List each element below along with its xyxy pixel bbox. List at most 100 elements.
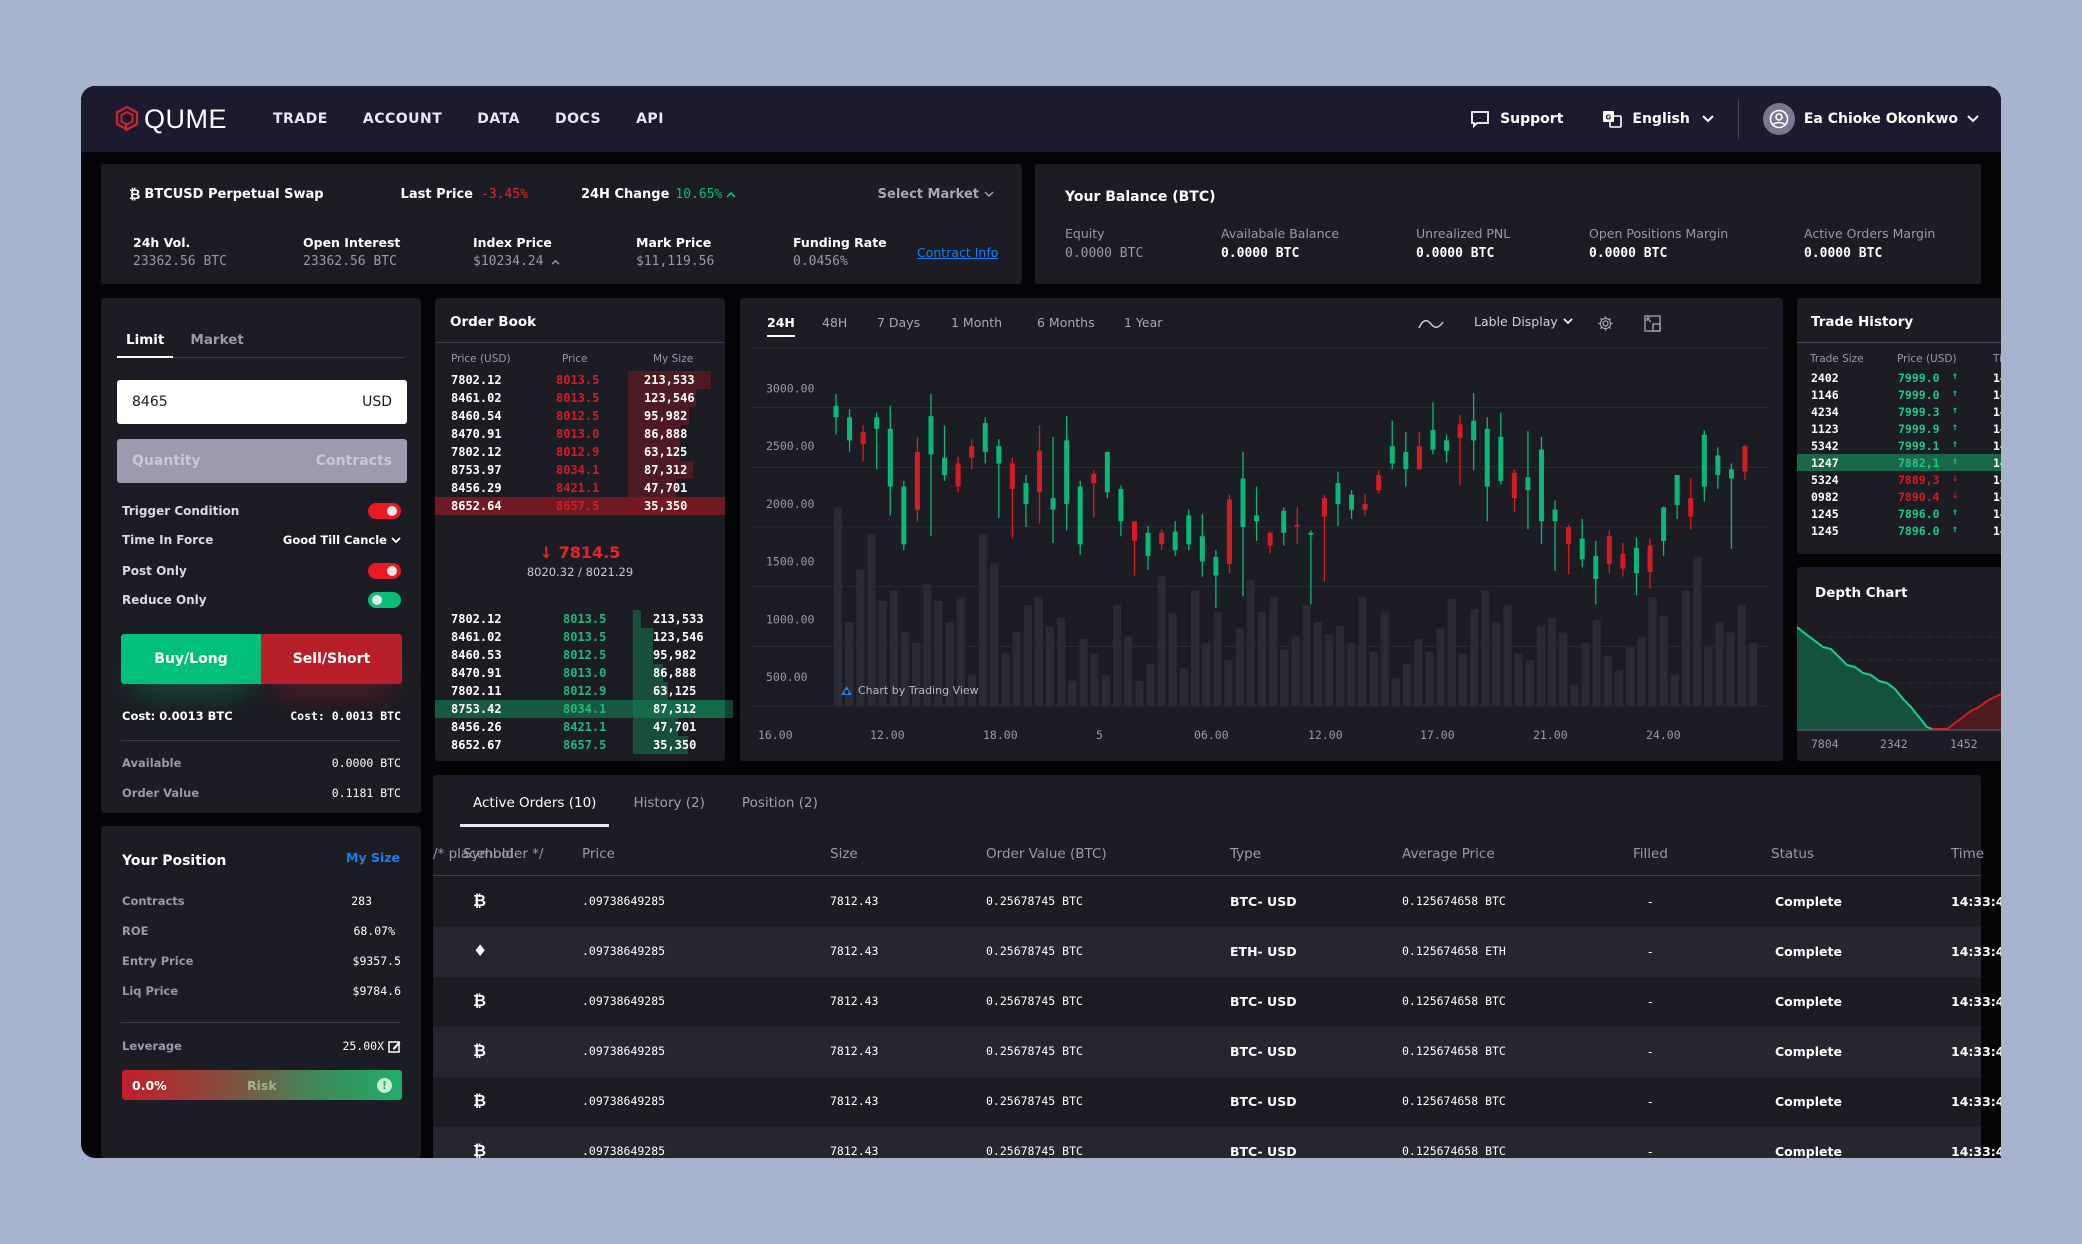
- price-usd: 8460.53: [451, 648, 502, 662]
- nav-data[interactable]: DATA: [477, 111, 520, 127]
- order-time: 14:33:43: [1951, 994, 2001, 1009]
- candle: [1376, 470, 1382, 494]
- trade-size: 2402: [1811, 371, 1839, 385]
- status: Complete: [1775, 944, 1842, 959]
- reduce-only-toggle[interactable]: [368, 592, 401, 608]
- arrow-down-icon: ↓: [1952, 473, 1959, 484]
- candle-body: [1294, 524, 1300, 527]
- order-price: .09738649285: [582, 894, 666, 908]
- nav-account[interactable]: ACCOUNT: [363, 111, 442, 127]
- order-row[interactable]: ₿ .09738649285 7812.43 0.25678745 BTC BTC- U…: [433, 1077, 2001, 1127]
- tab-position[interactable]: Position (2): [742, 795, 818, 827]
- order-time: 14:33:43: [1951, 944, 2001, 959]
- my-size: 87,312: [644, 463, 688, 477]
- nav-api[interactable]: API: [636, 111, 664, 127]
- volume-bar: [1213, 611, 1222, 706]
- arrow-up-icon: ↑: [1952, 439, 1959, 450]
- trade-row: 4234 7999.3 ↑ 14:33:45: [1797, 403, 2001, 420]
- candle-body: [901, 486, 907, 545]
- quantity-input[interactable]: Quantity Contracts: [117, 439, 407, 483]
- sell-short-button[interactable]: Sell/Short: [261, 634, 402, 684]
- order-row[interactable]: ₿ .09738649285 7812.43 0.25678745 BTC BTC- U…: [433, 1027, 2001, 1077]
- stat-value: 0.0456%: [793, 254, 848, 269]
- volume-bar: [1168, 613, 1177, 706]
- trade-price: 7896.0: [1898, 524, 1940, 538]
- trade-time: 14:33:45: [1993, 371, 2001, 385]
- ask-row[interactable]: 8456.29 8421.1 47,701: [435, 479, 725, 497]
- mid-price: ↓ 7814.5: [435, 543, 725, 562]
- column-header: Time: [1951, 846, 1985, 862]
- support-button[interactable]: Support: [1470, 110, 1563, 128]
- ask-row[interactable]: 8461.02 8013.5 123,546: [435, 389, 725, 407]
- trigger-condition-toggle[interactable]: [368, 503, 401, 519]
- price-usd: 7802.12: [451, 445, 502, 459]
- post-only-toggle[interactable]: [368, 563, 401, 579]
- order-row[interactable]: ₿ .09738649285 7812.43 0.25678745 BTC BTC- U…: [433, 877, 2001, 927]
- candle-body: [1430, 429, 1436, 450]
- volume-bar: [1302, 605, 1311, 706]
- volume-bar: [1626, 647, 1635, 706]
- ask-depth-area: [1947, 694, 2001, 730]
- candle: [1444, 434, 1450, 463]
- nav-docs[interactable]: DOCS: [555, 111, 601, 127]
- ask-row[interactable]: 8753.97 8034.1 87,312: [435, 461, 725, 479]
- price-input[interactable]: 8465 USD: [117, 380, 407, 424]
- svg-text:G: G: [1606, 114, 1612, 122]
- candle: [1552, 500, 1558, 571]
- tab-market[interactable]: Market: [181, 332, 252, 357]
- order-type: BTC- USD: [1230, 1044, 1297, 1059]
- ask-row[interactable]: 8470.91 8013.0 86,888: [435, 425, 725, 443]
- bitcoin-icon: ₿: [473, 1091, 487, 1110]
- volume-bar: [1693, 556, 1702, 706]
- bid-row[interactable]: 8470.91 8013.0 86,888: [435, 664, 725, 682]
- candle: [1064, 416, 1070, 531]
- tab-active-orders[interactable]: Active Orders (10): [460, 795, 610, 827]
- candle-body: [1538, 449, 1544, 522]
- bid-row[interactable]: 8461.02 8013.5 123,546: [435, 628, 725, 646]
- leverage-edit[interactable]: 25.00X: [342, 1039, 401, 1053]
- nav-trade[interactable]: TRADE: [273, 111, 328, 127]
- contract-info-link[interactable]: Contract Info: [917, 245, 998, 260]
- logo[interactable]: QUME: [114, 104, 227, 135]
- bid-row[interactable]: 8753.42 8034.1 87,312: [435, 700, 733, 718]
- volume-bar: [1101, 674, 1110, 706]
- candle: [1009, 457, 1015, 539]
- price-usd: 8461.02: [451, 391, 502, 405]
- bid-row[interactable]: 7802.12 8013.5 213,533: [435, 610, 725, 628]
- order-row[interactable]: ♦ .09738649285 7812.43 0.25678745 BTC ETH- U…: [433, 927, 2001, 977]
- language-selector[interactable]: G English: [1602, 109, 1714, 129]
- select-market-dropdown[interactable]: Select Market: [878, 187, 994, 202]
- tab-limit[interactable]: Limit: [117, 332, 174, 358]
- filled: -: [1648, 894, 1653, 909]
- ask-row[interactable]: 8652.64 8657.5 35,350: [435, 497, 725, 515]
- axis-tick: 1452: [1950, 737, 1978, 751]
- bid-row[interactable]: 8460.53 8012.5 95,982: [435, 646, 725, 664]
- time-in-force-select[interactable]: Good Till Cancle: [283, 533, 401, 547]
- order-row[interactable]: ₿ .09738649285 7812.43 0.25678745 BTC BTC- U…: [433, 977, 2001, 1027]
- stat-value: 23362.56 BTC: [303, 254, 397, 269]
- bid-row[interactable]: 7802.11 8012.9 63,125: [435, 682, 725, 700]
- candle: [1145, 525, 1151, 570]
- bid-row[interactable]: 8456.26 8421.1 47,701: [435, 718, 725, 736]
- tab-history[interactable]: History (2): [633, 795, 704, 827]
- buy-long-button[interactable]: Buy/Long: [121, 634, 261, 684]
- my-size-link[interactable]: My Size: [346, 850, 400, 865]
- position-value: $9357.5: [352, 954, 401, 968]
- candle: [1538, 436, 1544, 545]
- user-menu[interactable]: Ea Chioke Okonkwo: [1762, 103, 1979, 135]
- order-row[interactable]: ₿ .09738649285 7812.43 0.25678745 BTC BTC- U…: [433, 1127, 2001, 1158]
- price-usd: 8470.91: [451, 666, 502, 680]
- bid-row[interactable]: 8652.67 8657.5 35,350: [435, 736, 725, 754]
- ask-row[interactable]: 7802.12 8013.5 213,533: [435, 371, 725, 389]
- my-size: 86,888: [644, 427, 688, 441]
- ask-row[interactable]: 8460.54 8012.5 95,982: [435, 407, 725, 425]
- price-usd: 8652.64: [451, 499, 502, 513]
- ask-row[interactable]: 7802.12 8012.9 63,125: [435, 443, 725, 461]
- average-price: 0.125674658 BTC: [1402, 894, 1506, 908]
- balance-label: Unrealized PNL: [1416, 226, 1511, 241]
- position-panel: Your Position My Size Contracts 283 ROE …: [101, 826, 421, 1158]
- candle: [982, 417, 988, 464]
- candle-body: [1267, 532, 1273, 546]
- x-axis-tick: 21.00: [1533, 728, 1568, 742]
- arrow-up-icon: [551, 259, 560, 265]
